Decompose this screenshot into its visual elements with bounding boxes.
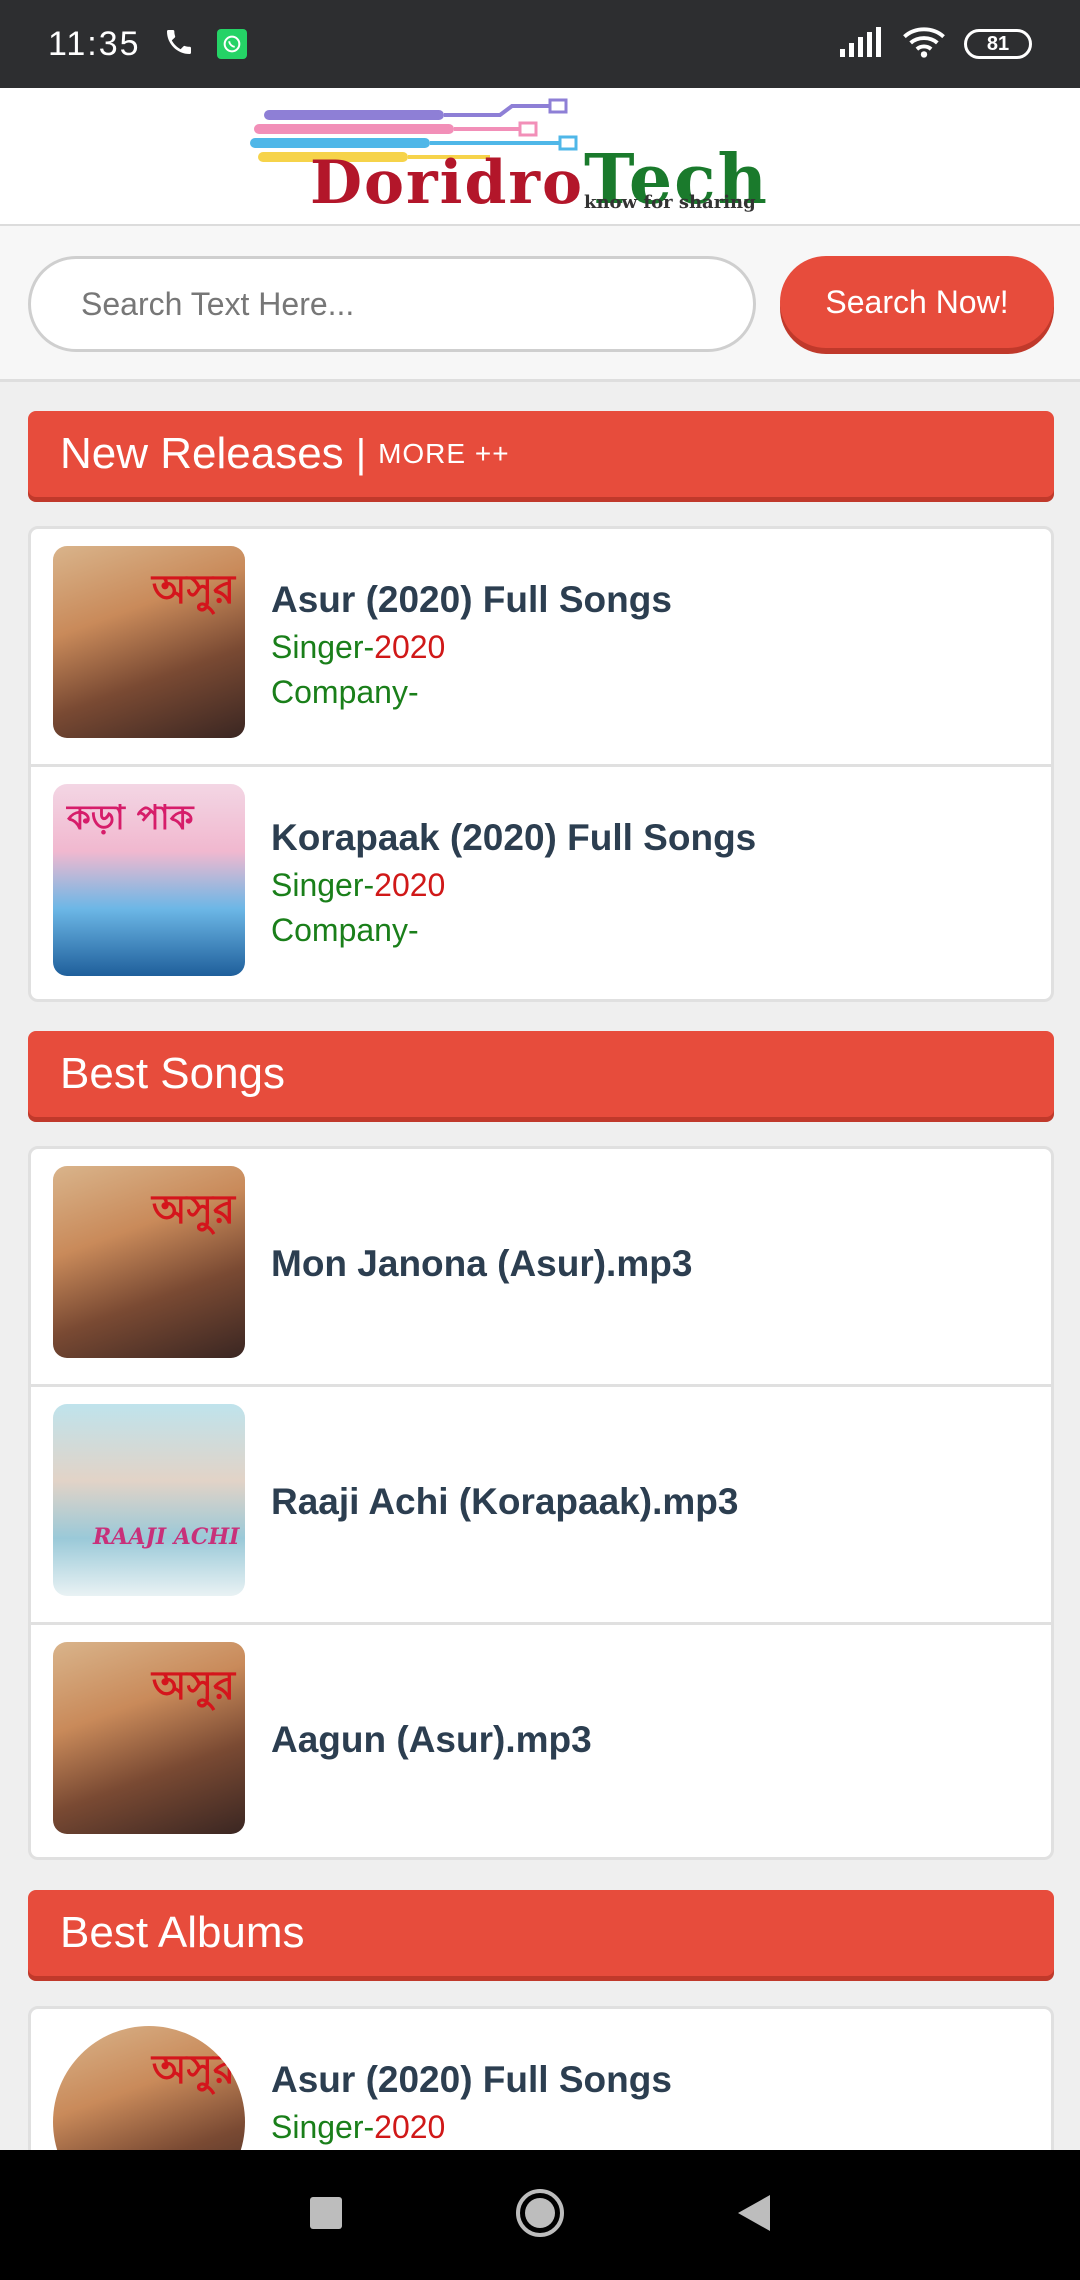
whatsapp-icon <box>216 29 247 59</box>
status-time: 11:35 <box>48 24 141 63</box>
list-item[interactable]: RAAJI ACHI Raaji Achi (Korapaak).mp3 <box>31 1387 1051 1625</box>
best-songs-list: অসুর Mon Janona (Asur).mp3 RAAJI ACHI Ra… <box>28 1146 1054 1860</box>
singer-line: Singer-2020 <box>271 2109 446 2145</box>
section-header-best-songs: Best Songs <box>28 1031 1054 1117</box>
wifi-icon <box>902 26 946 63</box>
song-thumbnail: অসুর <box>53 1166 245 1358</box>
song-title: Raaji Achi (Korapaak).mp3 <box>271 1481 739 1522</box>
phone-icon <box>163 26 195 63</box>
logo-text-doridro: Doridro <box>310 148 585 218</box>
company-line: Company- <box>271 912 419 948</box>
back-icon[interactable] <box>736 2193 772 2238</box>
home-icon[interactable] <box>514 2187 566 2244</box>
company-line: Company- <box>271 674 419 710</box>
album-thumbnail: অসুর <box>53 546 245 738</box>
section-header-best-albums: Best Albums <box>28 1890 1054 1976</box>
search-bar: Search Now! <box>0 226 1080 382</box>
list-item[interactable]: অসুর Aagun (Asur).mp3 <box>31 1625 1051 1857</box>
section-title: Best Albums <box>60 1908 305 1957</box>
search-input[interactable] <box>28 256 756 352</box>
status-bar: 11:35 81 <box>0 0 1080 88</box>
section-title: New Releases <box>60 429 344 478</box>
song-thumbnail: RAAJI ACHI <box>53 1404 245 1596</box>
section-divider: | <box>355 431 367 476</box>
singer-line: Singer-2020 <box>271 867 446 903</box>
album-title: Asur (2020) Full Songs <box>271 579 672 620</box>
logo-tagline: know for sharing <box>584 192 756 213</box>
album-title: Asur (2020) Full Songs <box>271 2059 672 2100</box>
recents-icon[interactable] <box>308 2195 344 2236</box>
site-logo[interactable]: DoridroTech know for sharing <box>250 96 840 220</box>
song-thumbnail: অসুর <box>53 1642 245 1834</box>
album-title: Korapaak (2020) Full Songs <box>271 817 757 858</box>
battery-indicator: 81 <box>964 29 1032 59</box>
song-title: Mon Janona (Asur).mp3 <box>271 1243 693 1284</box>
search-button[interactable]: Search Now! <box>780 256 1054 348</box>
section-header-new-releases: New Releases | MORE ++ <box>28 411 1054 497</box>
more-link[interactable]: MORE ++ <box>378 438 509 470</box>
list-item[interactable]: কড়া পাক Korapaak (2020) Full Songs Sing… <box>31 767 1051 999</box>
section-title: Best Songs <box>60 1049 286 1098</box>
site-header: DoridroTech know for sharing <box>0 88 1080 226</box>
system-nav-bar <box>0 2150 1080 2280</box>
singer-line: Singer-2020 <box>271 629 446 665</box>
song-title: Aagun (Asur).mp3 <box>271 1719 592 1760</box>
list-item[interactable]: অসুর Asur (2020) Full Songs Singer-2020 … <box>31 529 1051 767</box>
album-thumbnail: কড়া পাক <box>53 784 245 976</box>
list-item[interactable]: অসুর Mon Janona (Asur).mp3 <box>31 1149 1051 1387</box>
signal-icon <box>840 26 884 62</box>
new-releases-list: অসুর Asur (2020) Full Songs Singer-2020 … <box>28 526 1054 1002</box>
